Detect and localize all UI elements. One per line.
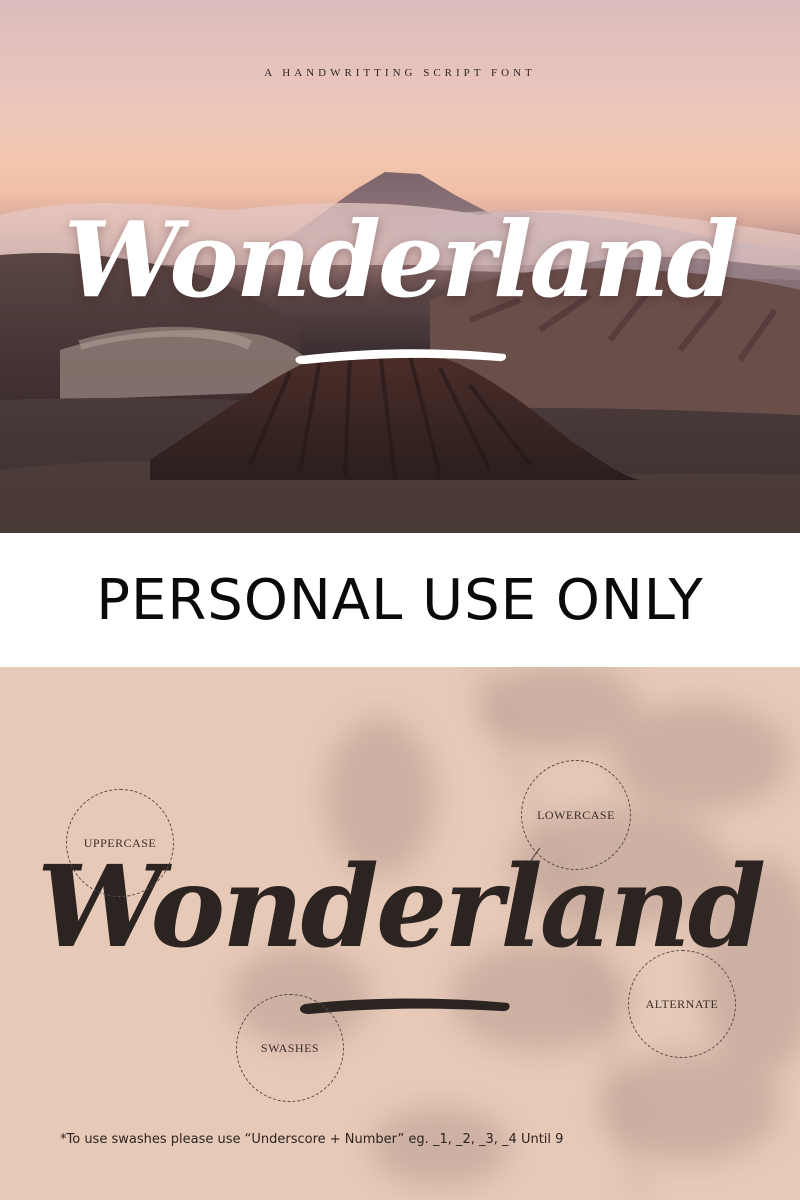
specimen-section: Wonderland UPPERCASE LOWERCASE ALTERNATE… <box>0 667 800 1200</box>
alternate-callout: ALTERNATE <box>628 950 736 1058</box>
swashes-callout: SWASHES <box>236 994 344 1102</box>
uppercase-callout: UPPERCASE <box>66 789 174 897</box>
hero-swash-underline <box>295 349 507 365</box>
uppercase-label: UPPERCASE <box>83 835 157 850</box>
alternate-label: ALTERNATE <box>645 996 719 1011</box>
lowercase-callout: LOWERCASE <box>521 760 631 870</box>
swashes-label: SWASHES <box>260 1040 320 1055</box>
lowercase-label: LOWERCASE <box>537 807 615 822</box>
hero-section: A HANDWRITTING SCRIPT FONT Wonderland <box>0 0 800 533</box>
license-banner: PERSONAL USE ONLY <box>0 533 800 667</box>
license-text: PERSONAL USE ONLY <box>96 567 704 633</box>
swashes-footnote: *To use swashes please use “Underscore +… <box>60 1132 564 1147</box>
